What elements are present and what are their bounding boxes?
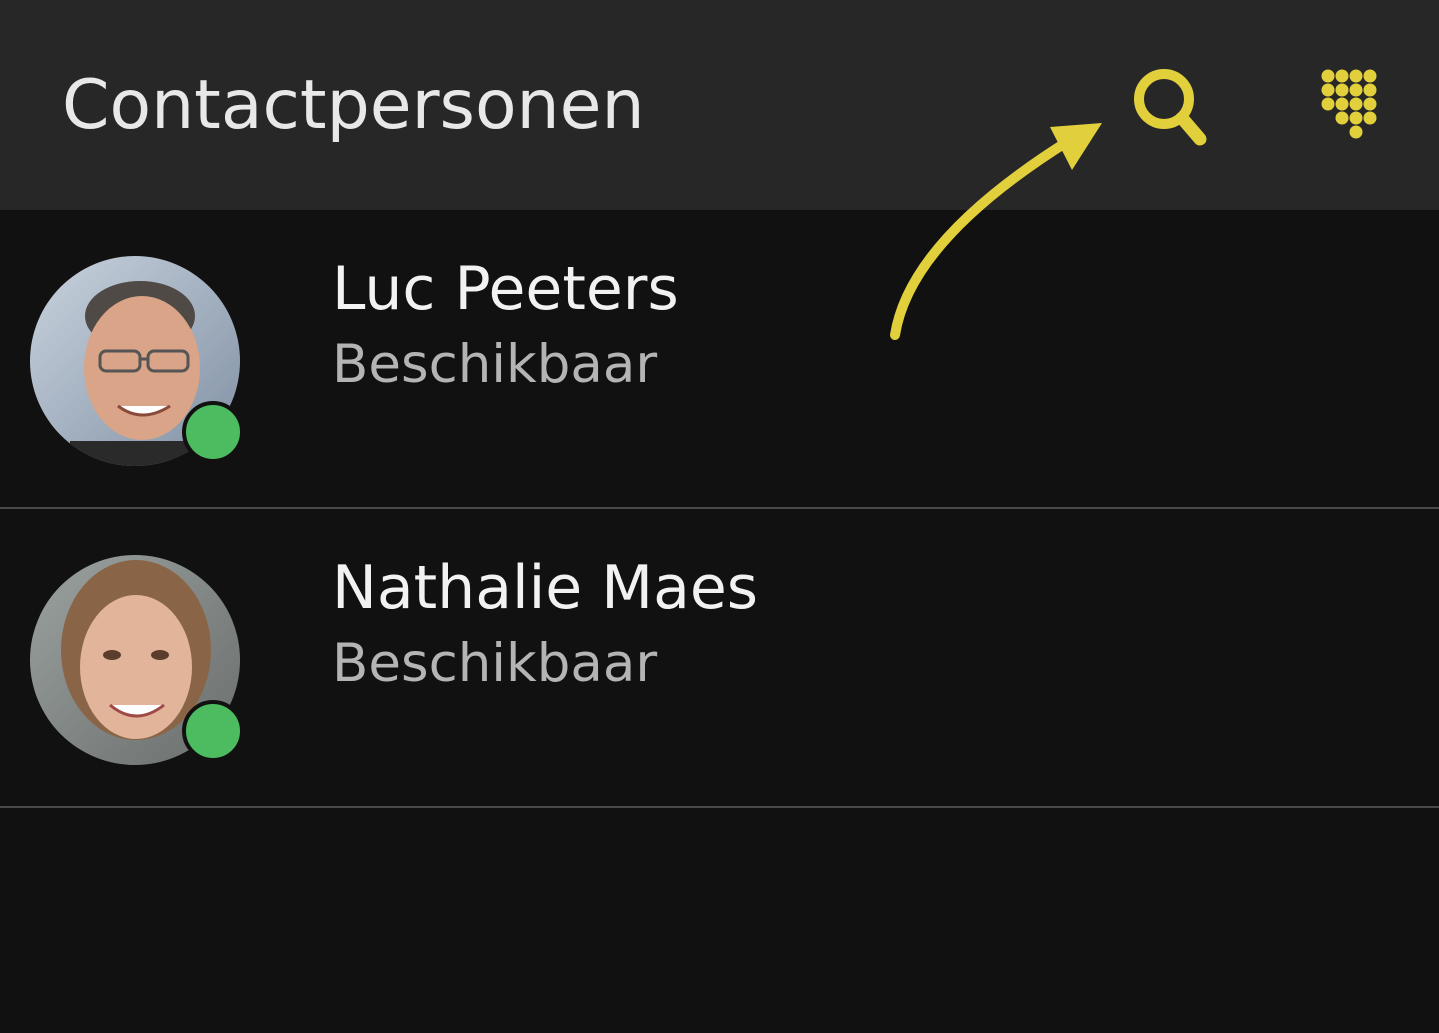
contact-list: Luc Peeters Beschikbaar Nathalie Maes Be…: [0, 210, 1439, 808]
contact-name: Luc Peeters: [332, 254, 679, 324]
contact-name: Nathalie Maes: [332, 553, 759, 623]
contact-row[interactable]: Nathalie Maes Beschikbaar: [0, 509, 1439, 808]
app-bar: Contactpersonen: [0, 0, 1439, 210]
contact-status: Beschikbaar: [332, 633, 658, 694]
contact-row[interactable]: Luc Peeters Beschikbaar: [0, 210, 1439, 509]
search-icon: [1134, 69, 1207, 146]
dialpad-icon: [1321, 69, 1377, 139]
contacts-screen: Contactpersonen Luc Peeters Beschikbaar …: [0, 0, 1439, 1033]
dialpad-button[interactable]: [1300, 58, 1400, 158]
search-button[interactable]: [1120, 58, 1220, 158]
contact-status: Beschikbaar: [332, 334, 658, 395]
presence-indicator: [182, 401, 244, 463]
presence-indicator: [182, 700, 244, 762]
page-title: Contactpersonen: [62, 66, 645, 145]
